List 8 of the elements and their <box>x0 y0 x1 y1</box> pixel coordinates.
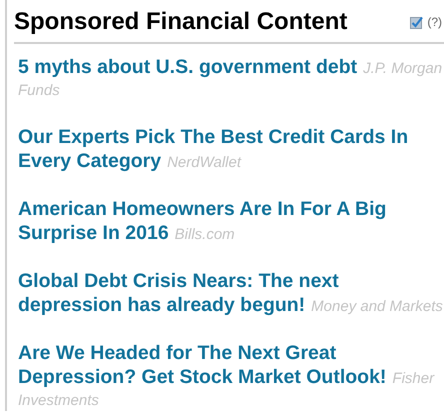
sponsored-link[interactable]: Are We Headed for The Next Great Depression? Get Stock Market Outlook! Fisher Investments <box>18 342 444 412</box>
help-link[interactable]: (?) <box>427 15 442 29</box>
sponsored-link[interactable]: Our Experts Pick The Best Credit Cards In Every Category NerdWallet <box>18 126 444 174</box>
checkbox[interactable] <box>410 16 424 28</box>
section-title: Sponsored Financial Content <box>14 8 348 36</box>
sponsored-link[interactable]: American Homeowners Are In For A Big Surprise In 2016 Bills.com <box>18 198 444 246</box>
sponsored-link[interactable]: Global Debt Crisis Nears: The next depression has already begun! Money and Markets <box>18 270 444 318</box>
sponsored-link[interactable]: 5 myths about U.S. government debt J.P. Morgan Funds <box>18 56 444 102</box>
